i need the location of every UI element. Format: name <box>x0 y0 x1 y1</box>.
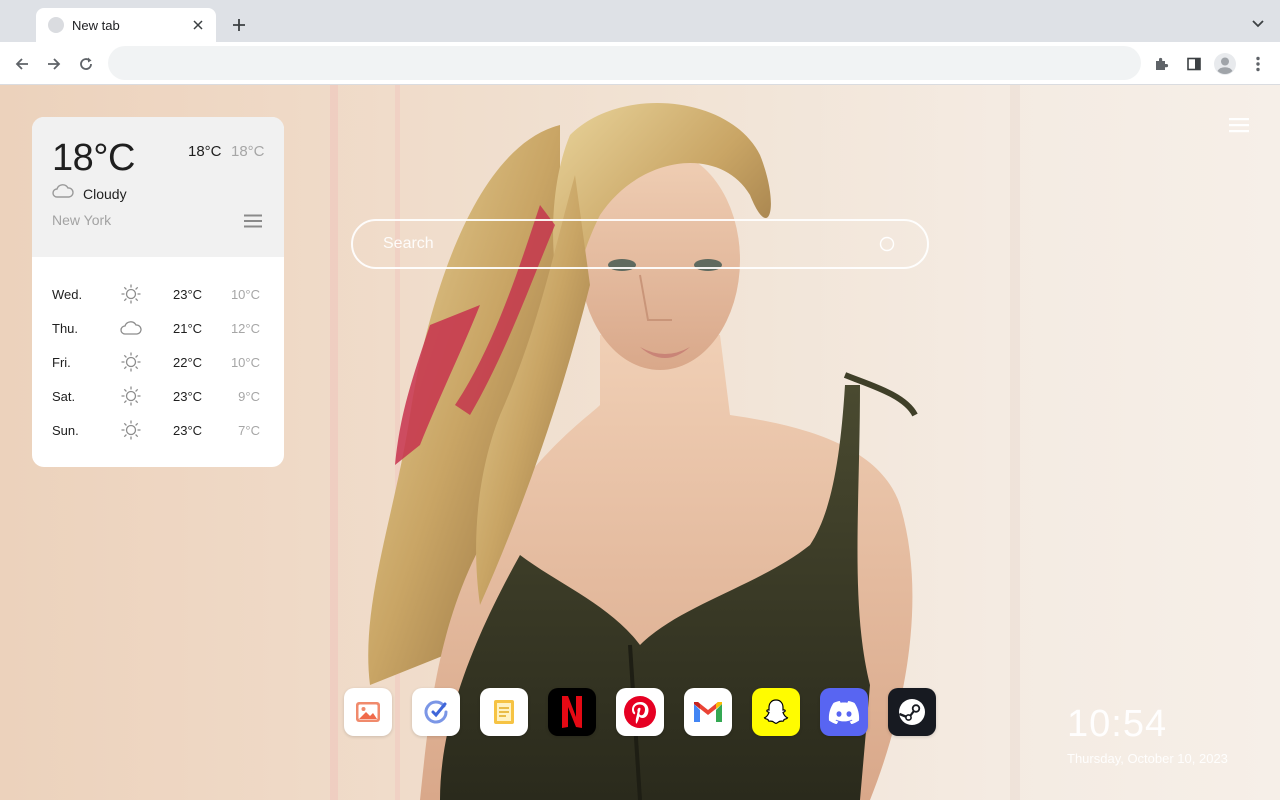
gmail-app-button[interactable] <box>684 688 732 736</box>
pinterest-app-button[interactable] <box>616 688 664 736</box>
forecast-day: Thu. <box>52 321 79 336</box>
forecast-row: Fri. 22°C 10°C <box>32 345 284 379</box>
forecast-day: Wed. <box>52 287 83 302</box>
today-low: 18°C <box>231 143 265 160</box>
pinterest-icon <box>624 696 656 728</box>
list-icon[interactable] <box>244 214 262 228</box>
forecast-high: 23°C <box>173 287 203 302</box>
sun-icon <box>120 419 142 441</box>
forward-button[interactable] <box>42 52 66 76</box>
address-bar-input[interactable] <box>108 46 1141 80</box>
sun-icon <box>120 351 142 373</box>
current-temperature: 18°C <box>52 137 135 179</box>
side-panel-icon[interactable] <box>1182 52 1206 76</box>
forecast-day: Sun. <box>52 423 79 438</box>
profile-avatar-icon[interactable] <box>1213 52 1237 76</box>
discord-icon <box>828 701 860 724</box>
forecast-low: 9°C <box>238 389 260 404</box>
netflix-icon <box>562 696 582 728</box>
netflix-app-button[interactable] <box>548 688 596 736</box>
forecast-low: 10°C <box>230 355 260 370</box>
new-tab-page: 18°C 18°C 18°C Cloudy New York Wed. 23°C… <box>0 85 1280 800</box>
forecast-high: 22°C <box>173 355 203 370</box>
weather-widget: 18°C 18°C 18°C Cloudy New York Wed. 23°C… <box>32 117 284 467</box>
tab-strip: New tab <box>0 0 1280 42</box>
forecast-high: 23°C <box>173 423 203 438</box>
image-icon <box>356 702 380 722</box>
discord-app-button[interactable] <box>820 688 868 736</box>
steam-icon <box>899 699 925 725</box>
back-button[interactable] <box>10 52 34 76</box>
notes-app-button[interactable] <box>480 688 528 736</box>
tab-new-tab[interactable]: New tab <box>36 8 216 42</box>
forecast-high: 23°C <box>173 389 203 404</box>
sun-icon <box>120 385 142 407</box>
snapchat-app-button[interactable] <box>752 688 800 736</box>
menu-icon[interactable] <box>1229 117 1249 133</box>
forecast-row: Sun. 23°C 7°C <box>32 413 284 447</box>
weather-forecast-list: Wed. 23°C 10°C Thu. 21°C 12°C Fri. 22°C … <box>32 277 284 447</box>
gmail-icon <box>694 702 722 722</box>
cloud-icon <box>52 184 74 198</box>
more-vertical-icon[interactable] <box>1246 52 1270 76</box>
close-icon[interactable] <box>190 17 206 33</box>
clock-date: Thursday, October 10, 2023 <box>1067 751 1228 766</box>
search-box <box>351 219 929 269</box>
gallery-app-button[interactable] <box>344 688 392 736</box>
search-input[interactable] <box>353 221 873 267</box>
today-high: 18°C <box>188 143 222 160</box>
ghost-icon <box>763 699 789 725</box>
weather-current: 18°C 18°C 18°C Cloudy New York <box>32 117 284 257</box>
forecast-row: Thu. 21°C 12°C <box>32 311 284 345</box>
check-circle-icon <box>424 700 448 724</box>
forecast-row: Sat. 23°C 9°C <box>32 379 284 413</box>
browser-toolbar <box>0 42 1280 85</box>
forecast-low: 10°C <box>230 287 260 302</box>
reload-button[interactable] <box>74 52 98 76</box>
forecast-high: 21°C <box>173 321 203 336</box>
weather-condition: Cloudy <box>83 186 127 202</box>
forecast-day: Sat. <box>52 389 76 404</box>
forecast-row: Wed. 23°C 10°C <box>32 277 284 311</box>
app-dock <box>344 688 936 736</box>
weather-city: New York <box>52 212 112 228</box>
extensions-puzzle-icon[interactable] <box>1150 52 1174 76</box>
forecast-day: Fri. <box>52 355 71 370</box>
steam-app-button[interactable] <box>888 688 936 736</box>
cloud-icon <box>120 317 142 339</box>
new-tab-button[interactable] <box>228 14 250 36</box>
sun-icon <box>120 283 142 305</box>
tasks-app-button[interactable] <box>412 688 460 736</box>
tab-title: New tab <box>72 17 120 33</box>
tab-search-chevron-down-icon[interactable] <box>1248 14 1268 34</box>
note-icon <box>494 700 514 724</box>
favicon-icon <box>48 17 64 33</box>
forecast-low: 12°C <box>230 321 260 336</box>
search-icon[interactable] <box>879 236 897 254</box>
forecast-low: 7°C <box>238 423 260 438</box>
clock-time: 10:54 <box>1067 703 1168 745</box>
